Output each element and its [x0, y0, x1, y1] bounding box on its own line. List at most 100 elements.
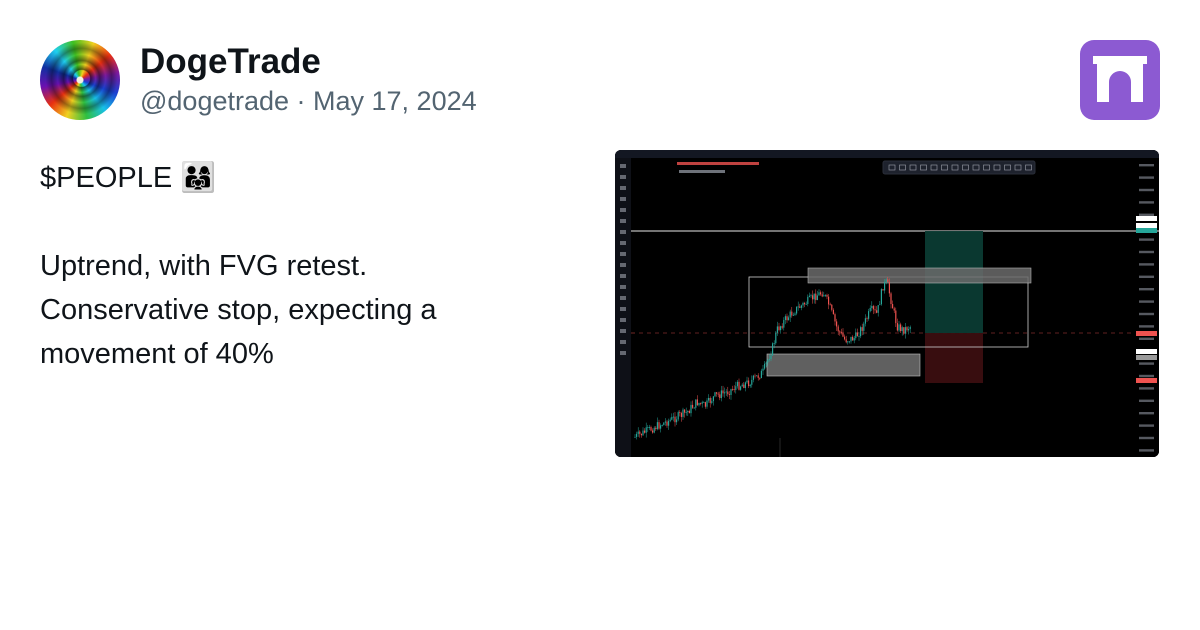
tool-icon — [620, 318, 626, 322]
candle-body — [672, 416, 674, 418]
post-date[interactable]: May 17, 2024 — [313, 86, 477, 116]
candle-body — [882, 289, 884, 291]
price-tick-label — [1139, 436, 1154, 440]
candle-body — [818, 292, 820, 296]
candle-body — [800, 305, 802, 308]
candle-body — [709, 397, 711, 403]
candle-body — [858, 336, 860, 337]
display-name[interactable]: DogeTrade — [140, 42, 321, 82]
arch-logo-icon — [1080, 40, 1160, 120]
candle-body — [812, 295, 814, 300]
candle-body — [783, 320, 785, 328]
candle-body — [676, 419, 678, 423]
candle-body — [861, 327, 863, 331]
candle-body — [828, 296, 830, 305]
candle-body — [884, 281, 886, 291]
candle-body — [732, 389, 734, 390]
tool-icon — [620, 164, 626, 168]
user-handle[interactable]: @dogetrade — [140, 86, 289, 116]
candle-body — [866, 318, 868, 320]
candle-body — [744, 382, 746, 389]
candle-body — [650, 427, 652, 431]
candle-body — [768, 359, 770, 360]
candle-body — [740, 386, 742, 390]
candle-body — [725, 391, 727, 393]
candle-body — [794, 313, 796, 315]
tool-icon — [620, 219, 626, 223]
candle-body — [876, 310, 878, 313]
candle-body — [682, 409, 684, 417]
price-tick-label — [1139, 399, 1154, 402]
candle-body — [717, 393, 719, 395]
candle-body — [757, 375, 759, 378]
candle-body — [808, 295, 810, 297]
candle-body — [781, 326, 783, 328]
candle-body — [788, 317, 790, 321]
price-tick-label — [1139, 275, 1154, 278]
tweet-line: $PEOPLE 👨‍👩‍👧 — [40, 162, 217, 194]
candle-body — [804, 302, 806, 305]
price-badge — [1136, 355, 1157, 360]
candle-body — [671, 417, 673, 420]
tool-icon — [620, 241, 626, 245]
candle-body — [786, 316, 788, 321]
candle-body — [909, 326, 911, 330]
price-badge — [1136, 216, 1157, 221]
candle-body — [799, 306, 801, 308]
candle-body — [776, 326, 778, 333]
tool-icon — [620, 307, 626, 311]
candle-body — [906, 327, 908, 331]
candle-body — [736, 381, 738, 387]
candle-body — [760, 370, 762, 379]
candle-body — [780, 326, 782, 331]
candle-body — [714, 392, 716, 397]
price-tick-label — [1139, 325, 1154, 328]
candle-body — [856, 332, 858, 337]
candle-body — [754, 375, 756, 377]
candle-body — [690, 404, 692, 414]
tool-icon — [620, 296, 626, 300]
tool-icon — [620, 175, 626, 179]
candle-body — [730, 389, 732, 395]
candle-body — [765, 362, 767, 364]
candle-body — [901, 327, 903, 332]
candle-body — [679, 412, 681, 414]
candle-body — [824, 294, 826, 296]
candle-body — [738, 381, 740, 390]
candle-body — [847, 341, 849, 343]
tweet-line: Uptrend, with FVG retest. — [40, 250, 368, 282]
avatar[interactable] — [40, 40, 120, 120]
candle-body — [663, 422, 665, 426]
candle-body — [887, 279, 889, 282]
candle-body — [772, 343, 774, 356]
candle-body — [778, 326, 780, 331]
candle-body — [888, 281, 890, 294]
candle-body — [872, 306, 874, 310]
price-tick-label — [1139, 387, 1154, 390]
candle-body — [807, 296, 809, 304]
candle-body — [703, 402, 705, 403]
candle-body — [751, 379, 753, 385]
candle-body — [749, 384, 751, 387]
tool-icon — [620, 329, 626, 333]
candle-body — [688, 410, 690, 414]
candle-body — [684, 409, 686, 413]
candle-body — [677, 412, 679, 420]
candle-body — [700, 402, 702, 404]
candle-body — [759, 377, 761, 379]
candle-body — [826, 294, 828, 297]
price-badge — [1136, 223, 1157, 228]
price-badge — [1136, 349, 1157, 354]
candle-body — [836, 321, 838, 327]
candle-body — [823, 295, 825, 297]
candle-body — [845, 339, 847, 343]
candle-body — [722, 390, 724, 394]
candle-body — [695, 399, 697, 408]
candle-body — [636, 433, 638, 437]
attached-chart-image[interactable] — [615, 150, 1159, 457]
candle-body — [658, 422, 660, 429]
candle-body — [789, 311, 791, 318]
candle-body — [652, 430, 654, 433]
tool-icon — [620, 252, 626, 256]
tool-icon — [620, 208, 626, 212]
